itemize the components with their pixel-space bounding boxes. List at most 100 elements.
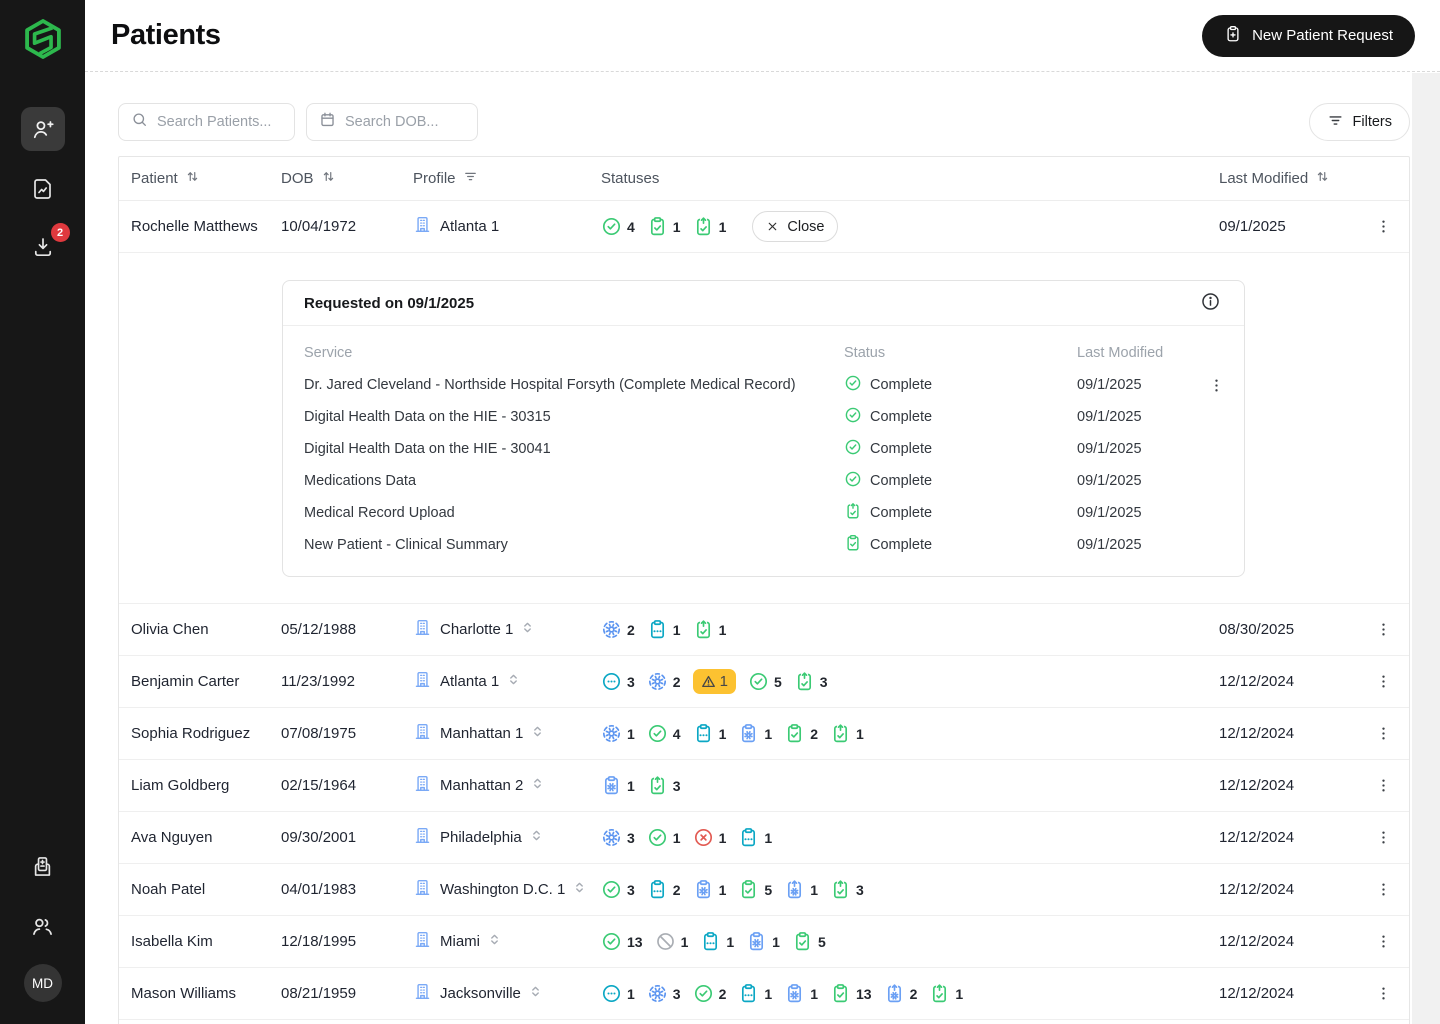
search-dob-box[interactable]	[306, 103, 478, 141]
table-row[interactable]: Mason Williams 08/21/1959 Jacksonville 1…	[119, 968, 1409, 1020]
search-patients-box[interactable]	[118, 103, 295, 141]
row-menu-button[interactable]	[1371, 669, 1396, 694]
profile-cell[interactable]: Jacksonville	[413, 982, 601, 1005]
scrollbar-gutter[interactable]	[1412, 73, 1440, 1024]
close-expanded-button[interactable]: Close	[752, 211, 838, 242]
service-menu-button[interactable]	[1204, 373, 1229, 398]
column-header-patient[interactable]: Patient	[131, 169, 281, 188]
profile-cell[interactable]: Miami	[413, 930, 601, 953]
search-patients-input[interactable]	[157, 114, 282, 130]
profile-selector-icon[interactable]	[531, 725, 544, 742]
status-circle-gear: 2	[601, 619, 635, 640]
statuses-cell: 131115	[601, 931, 1219, 952]
row-menu-button[interactable]	[1371, 721, 1396, 746]
brand-logo-icon[interactable]	[19, 15, 67, 63]
info-button[interactable]	[1200, 291, 1221, 315]
patient-dob: 02/15/1964	[281, 777, 413, 794]
table-row[interactable]: Benjamin Carter 11/23/1992 Atlanta 1 321…	[119, 656, 1409, 708]
profile-cell[interactable]: Manhattan 1	[413, 722, 601, 745]
row-menu-button[interactable]	[1371, 877, 1396, 902]
status-circle-check: 2	[693, 983, 727, 1004]
profile-selector-icon[interactable]	[573, 881, 586, 898]
column-header-profile[interactable]: Profile	[413, 169, 601, 188]
sidebar-item-downloads[interactable]: 2	[21, 227, 65, 271]
sidebar-item-team[interactable]	[21, 904, 65, 948]
status-clipboard-check: 5	[738, 879, 772, 900]
panel-sub-header: Service Status Last Modified	[283, 337, 1244, 369]
clipboard-upload-check-icon	[830, 723, 851, 744]
profile-selector-icon[interactable]	[531, 777, 544, 794]
service-last-modified: 09/1/2025	[1077, 409, 1204, 425]
table-row[interactable]	[119, 1020, 1409, 1024]
clipboard-upload-check-icon	[794, 671, 815, 692]
status-clipboard-dots: 2	[647, 879, 681, 900]
circle-gear-icon	[601, 723, 622, 744]
profile-selector-icon[interactable]	[507, 673, 520, 690]
profile-name: Manhattan 1	[440, 725, 523, 742]
building-icon	[413, 774, 432, 797]
status-clipboard-upload-check: 3	[647, 775, 681, 796]
profile-selector-icon[interactable]	[529, 985, 542, 1002]
profile-cell[interactable]: Manhattan 2	[413, 774, 601, 797]
table-row[interactable]: Noah Patel 04/01/1983 Washington D.C. 1 …	[119, 864, 1409, 916]
profile-cell[interactable]: Charlotte 1	[413, 618, 601, 641]
profile-cell[interactable]: Philadelphia	[413, 826, 601, 849]
table-row[interactable]: Liam Goldberg 02/15/1964 Manhattan 2 13 …	[119, 760, 1409, 812]
status-clipboard-check: 13	[830, 983, 872, 1004]
profile-cell[interactable]: Atlanta 1	[413, 670, 601, 693]
clipboard-dots-icon	[738, 827, 759, 848]
circle-gear-icon	[647, 671, 668, 692]
profile-selector-icon[interactable]	[488, 933, 501, 950]
row-menu-button[interactable]	[1371, 825, 1396, 850]
search-dob-input[interactable]	[345, 114, 465, 130]
service-name: Digital Health Data on the HIE - 30041	[304, 441, 844, 457]
patient-dob: 10/04/1972	[281, 218, 413, 235]
clipboard-upload-check-icon	[844, 502, 862, 520]
statuses-cell: 32153	[601, 669, 1219, 694]
profile-name: Atlanta 1	[440, 218, 499, 235]
service-last-modified: 09/1/2025	[1077, 473, 1204, 489]
circle-check-icon	[647, 827, 668, 848]
sidebar-item-facility[interactable]	[21, 844, 65, 888]
column-header-last-modified[interactable]: Last Modified	[1219, 169, 1371, 188]
sidebar-item-reports[interactable]	[21, 167, 65, 211]
table-row[interactable]: Rochelle Matthews 10/04/1972 Atlanta 1 4…	[119, 201, 1409, 253]
last-modified: 12/12/2024	[1219, 725, 1371, 742]
last-modified: 12/12/2024	[1219, 881, 1371, 898]
service-last-modified: 09/1/2025	[1077, 537, 1204, 553]
status-circle-check: 4	[647, 723, 681, 744]
row-menu-button[interactable]	[1371, 617, 1396, 642]
table-row[interactable]: Sophia Rodriguez 07/08/1975 Manhattan 1 …	[119, 708, 1409, 760]
column-header-dob[interactable]: DOB	[281, 169, 413, 188]
status-circle-check: 4	[601, 216, 635, 237]
profile-selector-icon[interactable]	[521, 621, 534, 638]
clipboard-dots-icon	[700, 931, 721, 952]
profile-cell[interactable]: Washington D.C. 1	[413, 878, 601, 901]
user-avatar[interactable]: MD	[24, 964, 62, 1002]
profile-selector-icon[interactable]	[530, 829, 543, 846]
row-menu-button[interactable]	[1371, 929, 1396, 954]
sidebar-item-patients[interactable]	[21, 107, 65, 151]
column-header-statuses: Statuses	[601, 170, 1219, 187]
building-icon	[413, 670, 432, 693]
table-row[interactable]: Isabella Kim 12/18/1995 Miami 131115 12/…	[119, 916, 1409, 968]
status-circle-check: 3	[601, 879, 635, 900]
circle-gear-icon	[601, 619, 622, 640]
sub-column-service: Service	[304, 345, 844, 361]
row-menu-button[interactable]	[1371, 981, 1396, 1006]
profile-cell[interactable]: Atlanta 1	[413, 215, 601, 238]
filters-button[interactable]: Filters	[1309, 103, 1410, 141]
row-menu-button[interactable]	[1371, 773, 1396, 798]
status-circle-x: 1	[693, 827, 727, 848]
circle-check-icon	[601, 216, 622, 237]
patient-name: Liam Goldberg	[131, 777, 281, 794]
new-patient-request-button[interactable]: New Patient Request	[1202, 15, 1415, 57]
circle-x-icon	[693, 827, 714, 848]
service-status: Complete	[844, 406, 1077, 428]
table-row[interactable]: Olivia Chen 05/12/1988 Charlotte 1 211 0…	[119, 604, 1409, 656]
building-icon	[413, 982, 432, 1005]
circle-check-icon	[647, 723, 668, 744]
filter-icon	[463, 169, 478, 188]
table-row[interactable]: Ava Nguyen 09/30/2001 Philadelphia 3111 …	[119, 812, 1409, 864]
row-menu-button[interactable]	[1371, 214, 1396, 239]
